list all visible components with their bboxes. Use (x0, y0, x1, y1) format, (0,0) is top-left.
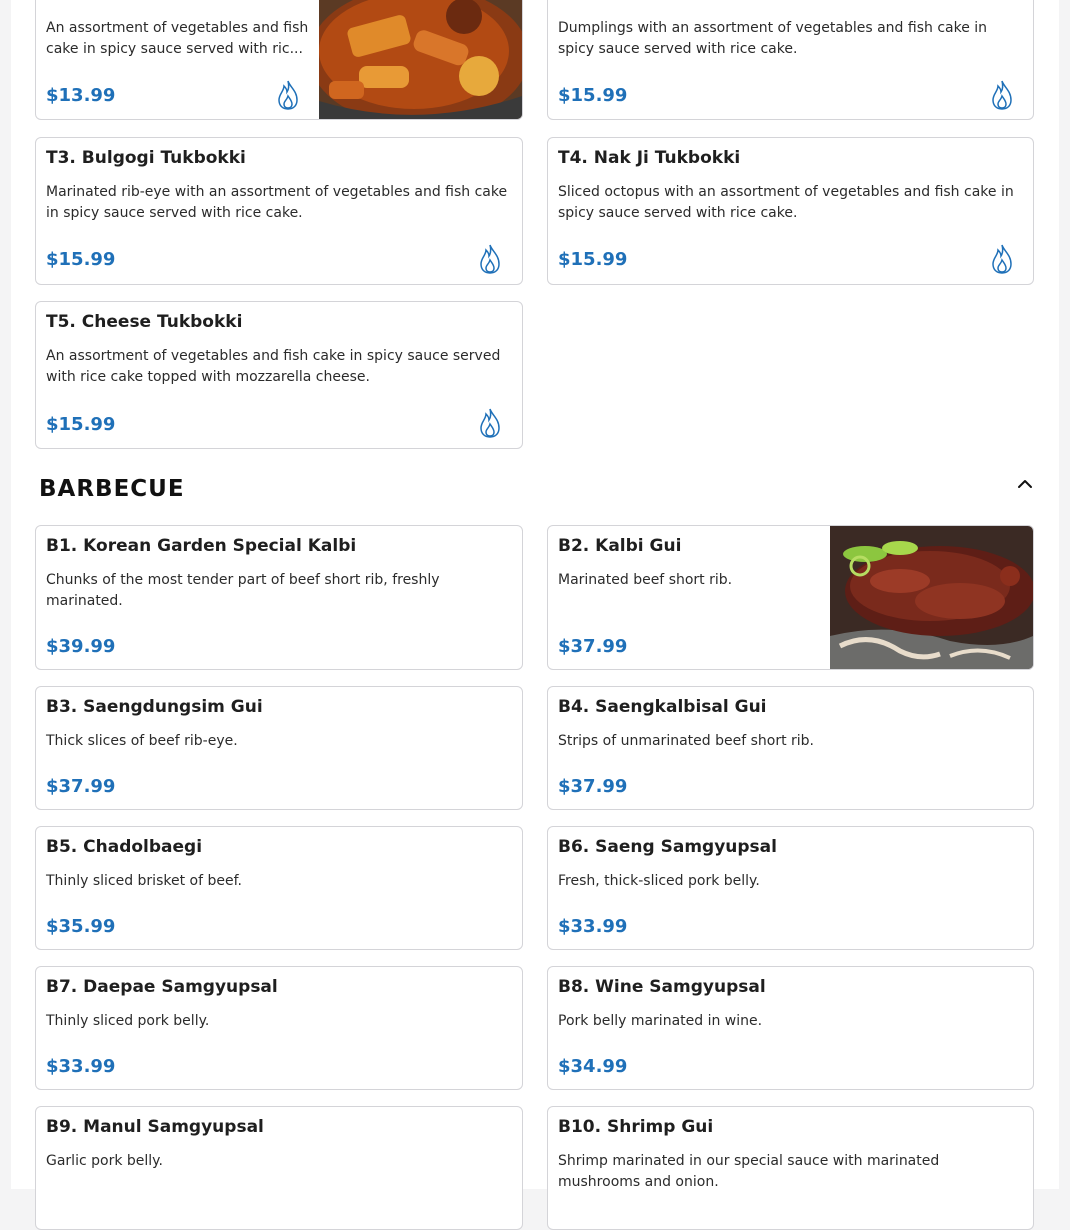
menu-item-card[interactable]: B10. Shrimp Gui Shrimp marinated in our … (547, 1106, 1034, 1230)
menu-item-card[interactable]: T3. Bulgogi Tukbokki Marinated rib-eye w… (35, 137, 523, 285)
item-description: Garlic pork belly. (46, 1153, 163, 1169)
menu-item-card[interactable]: T4. Nak Ji Tukbokki Sliced octopus with … (547, 137, 1034, 285)
item-description: Thinly sliced brisket of beef. (46, 873, 242, 889)
item-name: B6. Saeng Samgyupsal (558, 837, 777, 857)
item-name: B3. Saengdungsim Gui (46, 697, 263, 717)
item-name: B8. Wine Samgyupsal (558, 977, 766, 997)
item-price: $34.99 (558, 1056, 628, 1077)
item-name: T4. Nak Ji Tukbokki (558, 148, 741, 168)
collapse-section-button[interactable] (1013, 472, 1037, 496)
item-description: Dumplings with an assortment of vegetabl… (558, 20, 988, 57)
menu-item-card[interactable]: B5. Chadolbaegi Thinly sliced brisket of… (35, 826, 523, 950)
item-name: B4. Saengkalbisal Gui (558, 697, 767, 717)
menu-item-card[interactable]: B7. Daepae Samgyupsal Thinly sliced pork… (35, 966, 523, 1090)
item-price: $37.99 (558, 636, 628, 657)
item-price: $33.99 (558, 916, 628, 937)
spicy-flame-icon (480, 244, 500, 274)
menu-item-card[interactable]: B8. Wine Samgyupsal Pork belly marinated… (547, 966, 1034, 1090)
menu-item-card[interactable]: An assortment of vegetables and fish cak… (35, 0, 523, 120)
chevron-up-icon (1018, 480, 1032, 488)
item-price: $15.99 (46, 249, 116, 270)
spicy-flame-icon (480, 408, 500, 438)
menu-item-card[interactable]: B2. Kalbi Gui Marinated beef short rib. … (547, 525, 1034, 670)
item-price: $15.99 (46, 414, 116, 435)
item-name: B1. Korean Garden Special Kalbi (46, 536, 357, 556)
item-price: $13.99 (46, 85, 116, 106)
item-name: B7. Daepae Samgyupsal (46, 977, 278, 997)
item-description: Chunks of the most tender part of beef s… (46, 572, 440, 609)
menu-item-card[interactable]: Dumplings with an assortment of vegetabl… (547, 0, 1034, 120)
menu-item-card[interactable]: B6. Saeng Samgyupsal Fresh, thick-sliced… (547, 826, 1034, 950)
item-description: An assortment of vegetables and fish cak… (46, 348, 501, 385)
spicy-flame-icon (992, 80, 1012, 110)
item-description: An assortment of vegetables and fish cak… (46, 20, 309, 57)
item-price: $39.99 (46, 636, 116, 657)
item-name: B9. Manul Samgyupsal (46, 1117, 264, 1137)
item-description: Strips of unmarinated beef short rib. (558, 733, 814, 749)
menu-item-card[interactable]: T5. Cheese Tukbokki An assortment of veg… (35, 301, 523, 449)
item-price: $33.99 (46, 1056, 116, 1077)
section-title-barbecue: BARBECUE (39, 476, 185, 502)
item-price: $37.99 (46, 776, 116, 797)
spicy-flame-icon (992, 244, 1012, 274)
item-description: Fresh, thick-sliced pork belly. (558, 873, 760, 889)
item-name: T3. Bulgogi Tukbokki (46, 148, 246, 168)
item-name: B2. Kalbi Gui (558, 536, 682, 556)
menu-item-card[interactable]: B1. Korean Garden Special Kalbi Chunks o… (35, 525, 523, 670)
item-price: $15.99 (558, 249, 628, 270)
spicy-flame-icon (278, 80, 298, 110)
menu-item-card[interactable]: B4. Saengkalbisal Gui Strips of unmarina… (547, 686, 1034, 810)
item-description: Marinated rib-eye with an assortment of … (46, 184, 508, 221)
tteokbokki-photo (319, 0, 522, 119)
item-description: Sliced octopus with an assortment of veg… (558, 184, 1014, 221)
kalbi-photo (830, 526, 1033, 669)
item-name: T5. Cheese Tukbokki (46, 312, 243, 332)
item-description: Shrimp marinated in our special sauce wi… (558, 1153, 940, 1190)
menu-item-card[interactable]: B3. Saengdungsim Gui Thick slices of bee… (35, 686, 523, 810)
item-price: $35.99 (46, 916, 116, 937)
item-description: Marinated beef short rib. (558, 572, 733, 588)
item-price: $37.99 (558, 776, 628, 797)
menu-item-card[interactable]: B9. Manul Samgyupsal Garlic pork belly. (35, 1106, 523, 1230)
item-description: Thinly sliced pork belly. (46, 1013, 210, 1029)
item-name: B5. Chadolbaegi (46, 837, 203, 857)
item-description: Pork belly marinated in wine. (558, 1013, 763, 1029)
item-price: $15.99 (558, 85, 628, 106)
item-name: B10. Shrimp Gui (558, 1117, 714, 1137)
item-description: Thick slices of beef rib-eye. (46, 733, 238, 749)
